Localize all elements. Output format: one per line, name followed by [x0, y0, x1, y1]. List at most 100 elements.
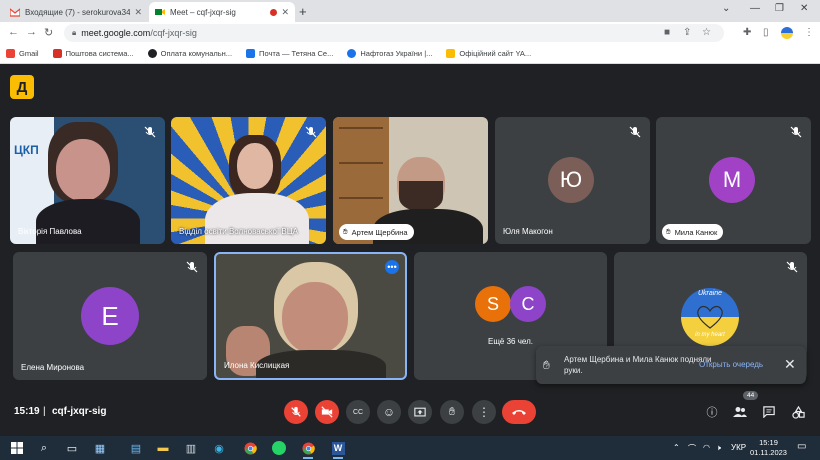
more-options-button[interactable]: ⋮ — [472, 400, 496, 424]
keyboard-language[interactable]: УКР — [731, 443, 746, 452]
volume-icon[interactable]: 🕨︎ — [716, 443, 721, 453]
info-icon: ⓘ — [706, 407, 718, 419]
wifi-icon[interactable]: ◠ — [703, 443, 710, 452]
new-tab-button[interactable]: + — [299, 4, 307, 19]
participant-tile-speaking[interactable]: ••• Илона Кислицкая — [214, 252, 407, 380]
bookmark-label: Поштова система... — [65, 49, 134, 58]
reactions-button[interactable]: ☺ — [377, 400, 401, 424]
participant-tile[interactable]: ✋︎ Артем Щербина — [333, 117, 488, 244]
bookmark-gmail[interactable]: Gmail — [6, 49, 39, 58]
bookmark-label: Оплата комунальн... — [160, 49, 233, 58]
bookmark-official-site[interactable]: Офіційний сайт YA... — [446, 49, 531, 58]
lock-icon: 🔒︎ — [72, 28, 77, 37]
start-button[interactable] — [9, 440, 25, 456]
minimize-icon[interactable]: — — [750, 3, 760, 14]
calculator-grid-icon: ▦ — [94, 442, 106, 455]
task-view-button[interactable]: ▭ — [64, 440, 80, 456]
outlook-icon — [246, 49, 256, 58]
bookmark-star-icon[interactable]: ☆ — [702, 27, 711, 38]
meeting-stage: Д ЦКП Вікторія Павлова Відділ освіти Вол… — [0, 64, 820, 436]
restore-icon[interactable]: ❐ — [775, 3, 784, 14]
taskbar-app[interactable]: ▦ — [92, 440, 108, 456]
reload-icon[interactable]: ↻ — [44, 26, 53, 39]
search-icon: ⌕ — [40, 441, 48, 454]
meeting-details-button[interactable]: ⓘ — [704, 404, 720, 420]
open-queue-button[interactable]: Открыть очередь — [699, 360, 763, 369]
search-button[interactable]: ⌕ — [36, 440, 52, 456]
more-options-icon[interactable]: ••• — [385, 260, 399, 274]
extensions-icon[interactable]: ✚ — [743, 27, 751, 38]
edge-icon: ◉ — [214, 442, 224, 455]
menu-icon[interactable]: ⋮ — [804, 27, 814, 38]
raised-hands-notification: ✋︎ Артем Щербина и Мила Канюк подняли ру… — [536, 346, 806, 384]
gmail-icon — [10, 8, 20, 17]
gmail-icon — [6, 49, 15, 58]
leave-call-button[interactable] — [502, 400, 536, 424]
browser-tab-strip: Входящие (7) - serokurova3421 ✕ Meet – c… — [0, 0, 820, 22]
background-logo: ЦКП — [14, 143, 39, 157]
microphone-toggle-button[interactable] — [284, 400, 308, 424]
network-icon[interactable]: ⌒ — [688, 443, 696, 454]
taskbar-app[interactable]: ▤ — [128, 440, 144, 456]
participant-tile[interactable]: Е Елена Миронова — [13, 252, 207, 380]
taskbar-app-active[interactable] — [300, 440, 316, 459]
taskbar-app[interactable] — [271, 440, 287, 456]
profile-avatar[interactable] — [781, 27, 793, 39]
camera-indicator-icon[interactable]: ■ — [664, 27, 670, 38]
camera-toggle-button[interactable] — [315, 400, 339, 424]
participant-tile[interactable]: Ю Юля Макогон — [495, 117, 650, 244]
address-bar[interactable]: 🔒︎ meet.google.com/cqf-jxqr-sig — [64, 24, 724, 42]
participant-tile[interactable]: ЦКП Вікторія Павлова — [10, 117, 165, 244]
notifications-icon[interactable]: ▭ — [797, 441, 806, 452]
present-button[interactable] — [408, 400, 432, 424]
share-icon[interactable]: ⇪ — [683, 27, 691, 38]
more-vert-icon: ⋮ — [478, 405, 490, 419]
tab-meet[interactable]: Meet – cqf-jxqr-sig ✕ — [149, 2, 295, 22]
sidebar-icon[interactable]: ▯ — [763, 27, 769, 38]
tab-title: Meet – cqf-jxqr-sig — [170, 7, 236, 17]
system-clock[interactable]: 15:19 01.11.2023 — [750, 438, 787, 458]
raise-hand-button[interactable]: ✋︎ — [440, 400, 464, 424]
tab-inbox[interactable]: Входящие (7) - serokurova3421 ✕ — [4, 2, 148, 22]
bookmark-mail[interactable]: Почта — Тетяна Се... — [246, 49, 333, 58]
clock-date: 01.11.2023 — [750, 448, 787, 457]
tab-search-chevron-icon[interactable]: ⌄ — [722, 3, 730, 14]
heart-icon — [697, 305, 723, 329]
person-face — [56, 139, 110, 201]
close-tab-icon[interactable]: ✕ — [281, 7, 289, 18]
bookmark-mail-system[interactable]: Поштова система... — [52, 49, 134, 58]
captions-button[interactable]: CC — [346, 400, 370, 424]
bookmark-label: Gmail — [19, 49, 39, 58]
back-icon[interactable]: ← — [8, 26, 19, 38]
taskbar-app[interactable]: ▬ — [155, 440, 171, 456]
mic-muted-icon — [305, 126, 317, 138]
close-tab-icon[interactable]: ✕ — [134, 7, 142, 18]
participant-name: Артем Щербина — [351, 227, 408, 237]
chat-button[interactable] — [761, 404, 777, 420]
people-count-badge: 44 — [743, 391, 759, 400]
participant-name: Елена Миронова — [21, 363, 85, 372]
taskbar-app[interactable]: ▥ — [183, 440, 199, 456]
taskbar-app[interactable] — [242, 440, 258, 456]
people-button[interactable] — [732, 404, 748, 420]
show-hidden-icons-chevron-icon[interactable]: ⌃ — [673, 443, 680, 452]
taskbar-app[interactable]: ◉ — [211, 440, 227, 456]
avatar: Е — [81, 287, 139, 345]
camera-off-icon — [321, 406, 333, 418]
participant-tile[interactable]: Відділ освіти Волноваської ВЦА — [171, 117, 326, 244]
close-notification-icon[interactable]: ✕ — [784, 356, 796, 373]
participant-name: Юля Макогон — [503, 227, 553, 236]
present-screen-icon — [414, 407, 426, 416]
bookmark-naftogaz[interactable]: Нафтогаз України |... — [347, 49, 432, 58]
participant-tile[interactable]: М ✋︎ Мила Канюк — [656, 117, 811, 244]
close-window-icon[interactable]: ✕ — [800, 3, 808, 14]
bookmark-utilities[interactable]: Оплата комунальн... — [147, 49, 233, 58]
person-face — [237, 143, 273, 189]
activities-button[interactable] — [790, 404, 806, 420]
url-host: meet.google.com — [81, 28, 151, 38]
avatar: М — [709, 157, 755, 203]
raised-hand-badge: ✋︎ Артем Щербина — [339, 224, 414, 240]
taskbar-app-active[interactable]: W — [330, 440, 346, 459]
recording-indicator-icon — [270, 8, 278, 16]
forward-icon[interactable]: → — [26, 26, 37, 38]
